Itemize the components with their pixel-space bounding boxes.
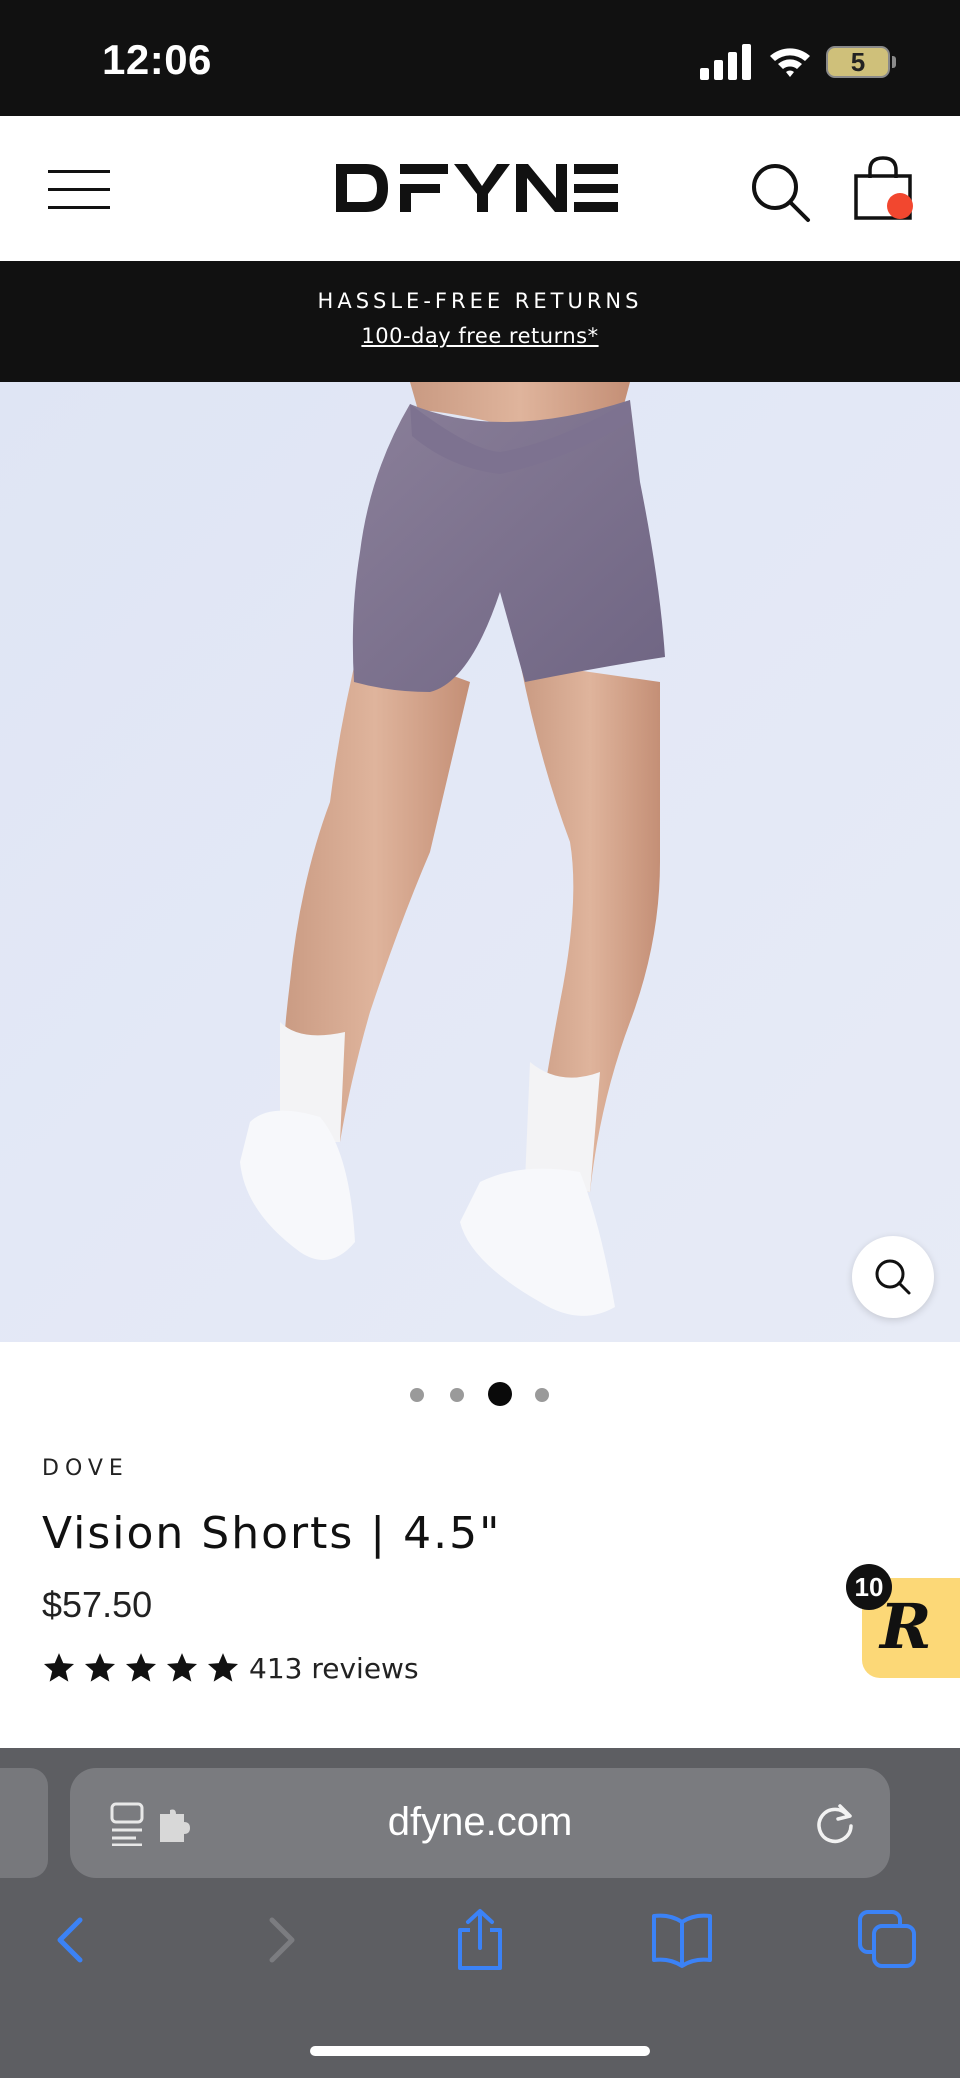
dfyne-logo[interactable] (336, 160, 618, 216)
bookmarks-icon[interactable] (650, 1908, 714, 1972)
search-icon[interactable] (748, 160, 812, 224)
star-icon (125, 1653, 157, 1682)
site-header (0, 116, 960, 261)
signal-icon (700, 44, 751, 80)
star-icon (43, 1653, 75, 1682)
gallery-dot[interactable] (535, 1388, 549, 1402)
gallery-dots (0, 1380, 960, 1410)
browser-toolbar: dfyne.com (0, 1748, 960, 2078)
search-icon (875, 1259, 911, 1295)
home-indicator[interactable] (310, 2046, 650, 2056)
url-text[interactable]: dfyne.com (70, 1800, 890, 1845)
product-rating[interactable]: 413 reviews (42, 1648, 419, 1688)
tabs-icon[interactable] (856, 1908, 920, 1972)
share-icon[interactable] (448, 1908, 512, 1972)
product-title: Vision Shorts | 4.5" (42, 1508, 502, 1559)
star-icon (207, 1653, 239, 1682)
back-icon[interactable] (40, 1908, 104, 1972)
battery-level: 5 (826, 46, 890, 78)
zoom-button[interactable] (852, 1236, 934, 1318)
rewards-logo: R (880, 1590, 932, 1663)
announcement-bar: HASSLE-FREE RETURNS 100-day free returns… (0, 261, 960, 382)
status-time: 12:06 (102, 36, 212, 83)
star-icon (166, 1653, 198, 1682)
returns-link[interactable]: 100-day free returns* (0, 324, 960, 348)
gallery-dot[interactable] (410, 1388, 424, 1402)
forward-icon[interactable] (248, 1908, 312, 1972)
product-image[interactable] (0, 382, 960, 1342)
gallery-dot-active[interactable] (488, 1382, 512, 1406)
reload-icon[interactable] (812, 1800, 858, 1846)
product-photo (240, 382, 665, 1316)
announcement-title: HASSLE-FREE RETURNS (317, 289, 643, 313)
rewards-badge[interactable]: 10 (846, 1564, 892, 1610)
wifi-icon (770, 48, 810, 77)
menu-icon[interactable] (48, 164, 110, 212)
address-bar[interactable]: dfyne.com (70, 1768, 890, 1878)
gallery-dot[interactable] (450, 1388, 464, 1402)
product-color: DOVE (42, 1456, 129, 1481)
cart-notification-dot (887, 193, 913, 219)
previous-tab-preview[interactable] (0, 1768, 48, 1878)
star-icon (84, 1653, 116, 1682)
battery-icon: 5 (826, 46, 896, 78)
review-count[interactable]: 413 reviews (249, 1652, 419, 1685)
cart-icon[interactable] (850, 156, 916, 228)
status-bar: 12:06 5 (0, 0, 960, 116)
product-price: $57.50 (42, 1584, 153, 1625)
